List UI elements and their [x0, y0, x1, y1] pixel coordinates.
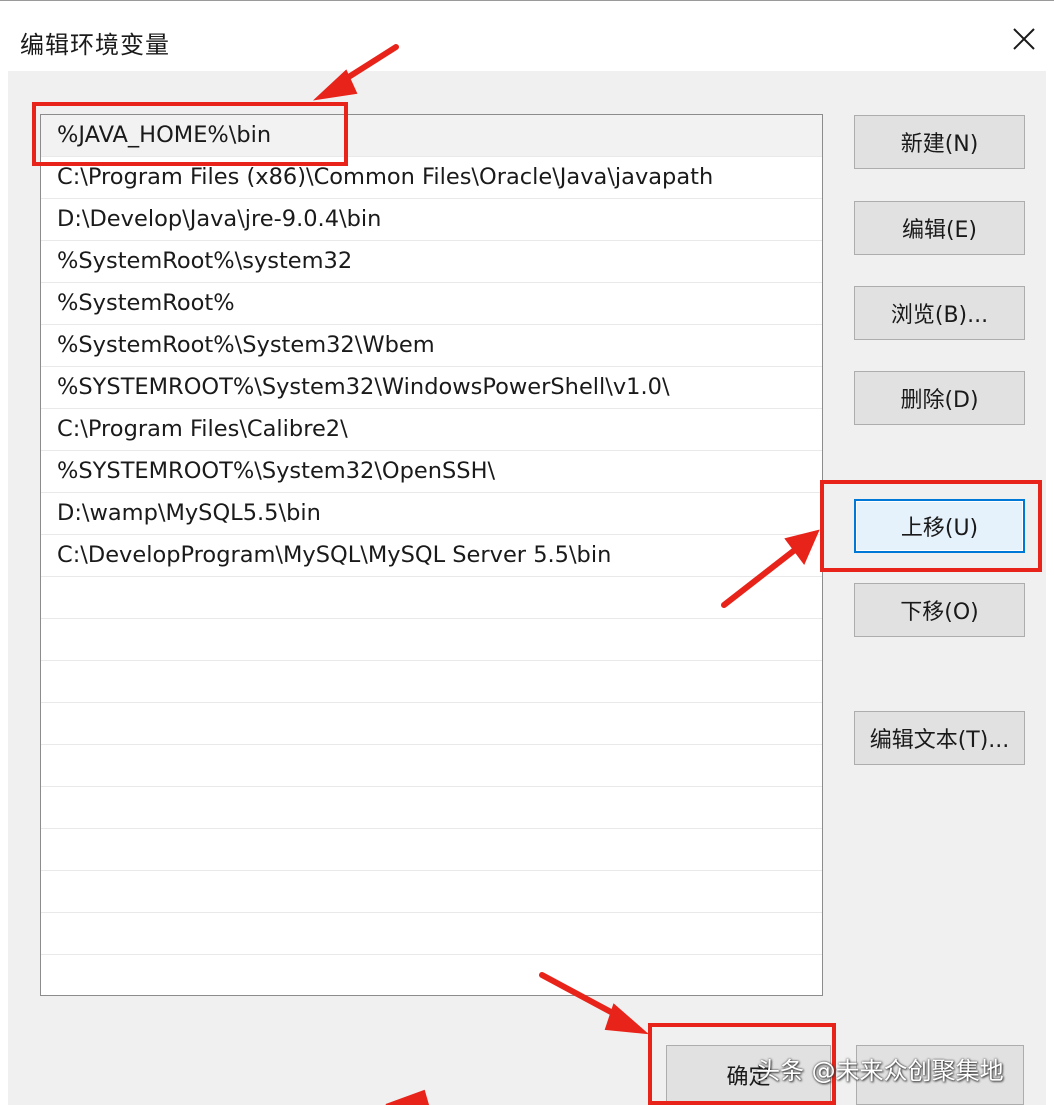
- path-list-empty-row[interactable]: [41, 913, 822, 955]
- path-list-empty-row[interactable]: [41, 955, 822, 995]
- edit-button[interactable]: 编辑(E): [854, 201, 1025, 255]
- close-button[interactable]: [1004, 19, 1044, 59]
- path-list-empty-row[interactable]: [41, 745, 822, 787]
- ok-button[interactable]: 确定: [666, 1045, 831, 1105]
- path-list-item[interactable]: C:\DevelopProgram\MySQL\MySQL Server 5.5…: [41, 535, 822, 577]
- path-list-empty-row[interactable]: [41, 703, 822, 745]
- close-icon: [1013, 28, 1035, 50]
- edit-env-variable-dialog: 编辑环境变量 %JAVA_HOME%\bin C:\Program Files (…: [0, 0, 1054, 1105]
- dialog-title: 编辑环境变量: [20, 31, 170, 59]
- path-list-empty-row[interactable]: [41, 787, 822, 829]
- move-up-button[interactable]: 上移(U): [854, 499, 1025, 553]
- path-list-item[interactable]: D:\wamp\MySQL5.5\bin: [41, 493, 822, 535]
- browse-button[interactable]: 浏览(B)...: [854, 286, 1025, 340]
- path-list-empty-row[interactable]: [41, 577, 822, 619]
- path-list-item[interactable]: %SystemRoot%\System32\Wbem: [41, 325, 822, 367]
- path-list-item[interactable]: C:\Program Files (x86)\Common Files\Orac…: [41, 157, 822, 199]
- path-list-empty-row[interactable]: [41, 619, 822, 661]
- cancel-button[interactable]: [856, 1045, 1024, 1105]
- path-list[interactable]: %JAVA_HOME%\bin C:\Program Files (x86)\Co…: [40, 114, 823, 996]
- move-down-button[interactable]: 下移(O): [854, 583, 1025, 637]
- path-list-empty-row[interactable]: [41, 661, 822, 703]
- path-list-item[interactable]: %JAVA_HOME%\bin: [41, 115, 822, 157]
- path-list-item[interactable]: %SystemRoot%: [41, 283, 822, 325]
- path-list-item[interactable]: D:\Develop\Java\jre-9.0.4\bin: [41, 199, 822, 241]
- path-list-item[interactable]: %SystemRoot%\system32: [41, 241, 822, 283]
- new-button[interactable]: 新建(N): [854, 115, 1025, 169]
- delete-button[interactable]: 删除(D): [854, 371, 1025, 425]
- path-list-empty-row[interactable]: [41, 829, 822, 871]
- edit-text-button[interactable]: 编辑文本(T)...: [854, 711, 1025, 765]
- path-list-item[interactable]: C:\Program Files\Calibre2\: [41, 409, 822, 451]
- path-list-empty-row[interactable]: [41, 871, 822, 913]
- title-bar: 编辑环境变量: [0, 1, 1054, 71]
- path-list-item[interactable]: %SYSTEMROOT%\System32\WindowsPowerShell\…: [41, 367, 822, 409]
- path-list-item[interactable]: %SYSTEMROOT%\System32\OpenSSH\: [41, 451, 822, 493]
